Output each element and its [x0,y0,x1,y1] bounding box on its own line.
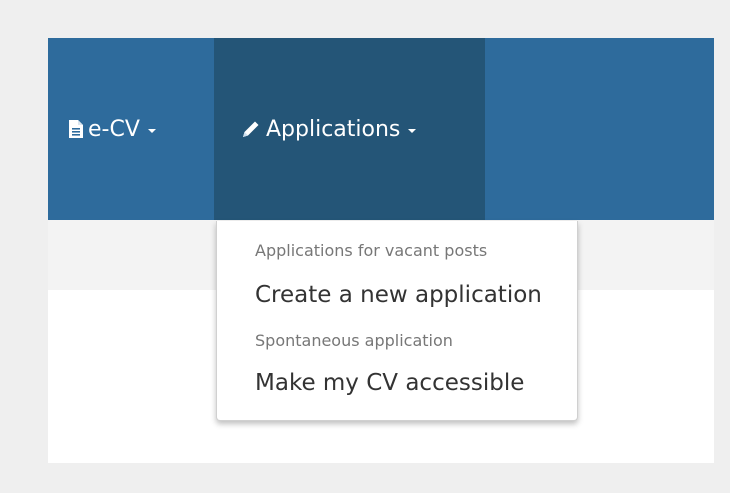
menu-header-vacant-posts: Applications for vacant posts [255,241,488,260]
chevron-down-icon [147,129,156,133]
menu-item-make-cv-accessible[interactable]: Make my CV accessible [255,370,524,396]
menu-header-spontaneous-application: Spontaneous application [255,331,453,350]
applications-dropdown-menu: Applications for vacant posts Create a n… [216,221,578,421]
nav-applications-label: Applications [266,116,401,142]
document-icon [68,119,84,139]
top-navbar: e-CV Applications [48,38,714,220]
menu-item-create-new-application[interactable]: Create a new application [255,282,542,308]
nav-applications-dropdown[interactable]: Applications [214,38,485,220]
nav-ecv-label: e-CV [88,116,140,142]
pencil-icon [240,118,262,140]
nav-ecv-dropdown[interactable]: e-CV [48,38,214,220]
chevron-down-icon [408,129,417,133]
